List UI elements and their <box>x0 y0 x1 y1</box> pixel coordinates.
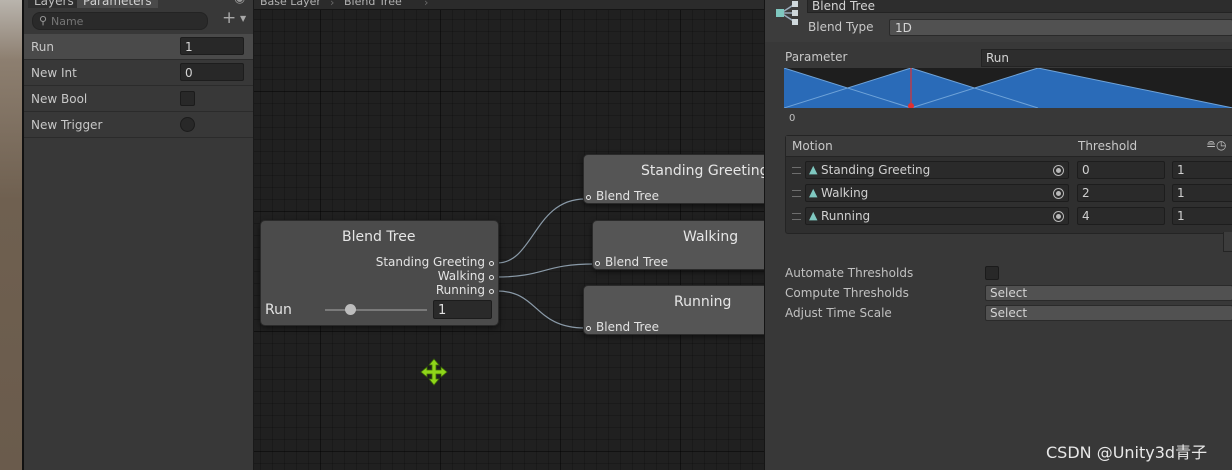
inspector-header: Blend Tree Blend Type 1D <box>765 0 1232 42</box>
blend-tree-icon <box>776 1 798 25</box>
parameter-search: ⚲ <box>32 12 208 30</box>
parameters-panel: Layers Parameters ◉ ⚲ + ▼ Run 1 New Int … <box>24 0 254 470</box>
search-input[interactable] <box>51 13 201 29</box>
threshold-column-header: Threshold <box>1078 139 1138 153</box>
parameter-dropdown[interactable]: Run <box>981 49 1232 67</box>
motion-clip-name: Walking <box>821 186 869 200</box>
connection-running <box>496 290 586 329</box>
parameter-name: New Int <box>31 66 77 80</box>
parameter-slider-track[interactable] <box>325 309 427 311</box>
motion-clip-field[interactable]: ▲ Standing Greeting <box>805 161 1069 179</box>
blend-tree-name-field[interactable]: Blend Tree <box>807 0 1232 13</box>
parameter-value-field[interactable]: 1 <box>180 37 244 55</box>
threshold-field[interactable]: 2 <box>1077 184 1165 202</box>
connection-standing <box>496 198 586 264</box>
blend-weights-graph[interactable] <box>784 68 1232 108</box>
connection-walking <box>496 263 595 278</box>
port-label-standing: Standing Greeting <box>375 255 485 269</box>
motion-clip-name: Running <box>821 209 871 223</box>
scene-view-edge <box>0 0 22 470</box>
input-port[interactable] <box>586 326 591 331</box>
motion-node-walking[interactable]: Walking Blend Tree <box>592 220 764 270</box>
node-title: Standing Greeting <box>641 163 764 179</box>
parameter-label: Parameter <box>785 50 848 64</box>
motion-clip-field[interactable]: ▲ Running <box>805 207 1069 225</box>
search-icon: ⚲ <box>39 14 48 27</box>
drag-handle[interactable] <box>792 213 801 220</box>
object-picker-icon[interactable] <box>1053 211 1064 222</box>
time-scale-icon[interactable]: ≘◷ <box>1206 138 1227 152</box>
graph-min-label: 0 <box>789 113 796 124</box>
output-port[interactable] <box>489 275 494 280</box>
output-port[interactable] <box>489 289 494 294</box>
list-add-remove-footer[interactable] <box>1223 232 1232 252</box>
speed-field[interactable]: 1 <box>1172 184 1232 202</box>
motion-clip-field[interactable]: ▲ Walking <box>805 184 1069 202</box>
motion-list-header: Motion Threshold ≘◷ <box>786 136 1232 157</box>
automate-thresholds-label: Automate Thresholds <box>785 266 914 280</box>
panel-tabs: Layers Parameters ◉ <box>24 0 253 8</box>
node-title: Blend Tree <box>342 229 416 245</box>
adjust-time-scale-label: Adjust Time Scale <box>785 306 892 320</box>
speed-field[interactable]: 1 <box>1172 207 1232 225</box>
motion-row-walking[interactable]: ▲ Walking 2 1 <box>786 182 1232 205</box>
input-port[interactable] <box>586 195 591 200</box>
tab-layers[interactable]: Layers <box>28 0 80 8</box>
port-label: Blend Tree <box>605 255 668 269</box>
parameter-row-run[interactable]: Run 1 <box>24 34 253 60</box>
parameter-label: Run <box>265 302 292 318</box>
output-port[interactable] <box>489 261 494 266</box>
port-label-walking: Walking <box>437 269 485 283</box>
parameter-name: New Bool <box>31 92 88 106</box>
drag-handle[interactable] <box>792 167 801 174</box>
parameter-row-new-int[interactable]: New Int 0 <box>24 60 253 86</box>
node-title: Walking <box>683 229 739 245</box>
chevron-down-icon[interactable]: ▼ <box>240 14 246 23</box>
port-label: Blend Tree <box>596 189 659 203</box>
automate-thresholds-checkbox[interactable] <box>985 266 999 280</box>
object-picker-icon[interactable] <box>1053 165 1064 176</box>
parameter-name: Run <box>31 40 55 54</box>
parameter-row-new-trigger[interactable]: New Trigger <box>24 112 253 138</box>
parameter-trigger-radio[interactable] <box>180 117 195 132</box>
threshold-field[interactable]: 0 <box>1077 161 1165 179</box>
tab-parameters[interactable]: Parameters <box>77 0 158 8</box>
animation-clip-icon: ▲ <box>809 163 818 176</box>
motion-list: Motion Threshold ≘◷ ▲ Standing Greeting … <box>785 135 1232 234</box>
object-picker-icon[interactable] <box>1053 188 1064 199</box>
speed-field[interactable]: 1 <box>1172 161 1232 179</box>
inspector-panel: Blend Tree Blend Type 1D Parameter Run 0… <box>764 0 1232 470</box>
parameter-value-field[interactable]: 0 <box>180 63 244 81</box>
motion-clip-name: Standing Greeting <box>821 163 931 177</box>
watermark: CSDN @Unity3d青子 <box>1046 443 1208 462</box>
threshold-field[interactable]: 4 <box>1077 207 1165 225</box>
blend-tree-node[interactable]: Blend Tree Standing Greeting Walking Run… <box>260 220 499 326</box>
animation-clip-icon: ▲ <box>809 186 818 199</box>
compute-thresholds-dropdown[interactable]: Select <box>985 285 1232 301</box>
drag-handle[interactable] <box>792 190 801 197</box>
move-cursor-icon <box>420 358 448 386</box>
parameter-value-field[interactable]: 1 <box>433 300 492 319</box>
parameter-slider-thumb[interactable] <box>345 304 356 315</box>
parameter-row-new-bool[interactable]: New Bool <box>24 86 253 112</box>
port-label-running: Running <box>435 283 485 297</box>
adjust-time-scale-dropdown[interactable]: Select <box>985 305 1232 321</box>
motion-node-running[interactable]: Running Blend Tree <box>583 285 764 335</box>
animator-graph[interactable]: Base Layer › Blend Tree › Blend Tree Sta… <box>254 0 764 470</box>
eye-icon[interactable]: ◉ <box>234 0 248 5</box>
motion-column-header: Motion <box>792 139 833 153</box>
motion-row-standing-greeting[interactable]: ▲ Standing Greeting 0 1 <box>786 159 1232 182</box>
animation-clip-icon: ▲ <box>809 209 818 222</box>
compute-thresholds-label: Compute Thresholds <box>785 286 909 300</box>
parameter-name: New Trigger <box>31 118 103 132</box>
parameter-bool-checkbox[interactable] <box>180 91 195 106</box>
node-title: Running <box>674 294 732 310</box>
motion-node-standing-greeting[interactable]: Standing Greeting Blend Tree <box>583 154 764 204</box>
blend-type-label: Blend Type <box>808 20 874 34</box>
blend-type-dropdown[interactable]: 1D <box>889 19 1232 36</box>
input-port[interactable] <box>595 261 600 266</box>
port-label: Blend Tree <box>596 320 659 334</box>
motion-row-running[interactable]: ▲ Running 4 1 <box>786 205 1232 228</box>
